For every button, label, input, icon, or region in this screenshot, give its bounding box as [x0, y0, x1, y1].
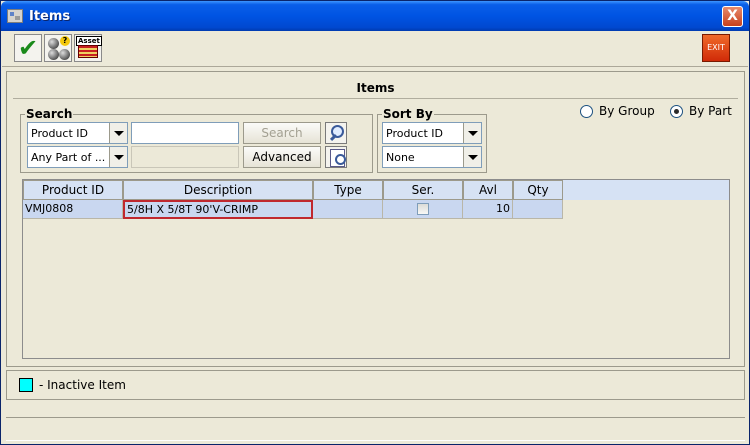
asset-button[interactable]: Asset: [74, 34, 102, 62]
items-table[interactable]: Product ID Description Type Ser. Avl Qty…: [22, 179, 730, 359]
column-header-serialized[interactable]: Ser.: [383, 180, 463, 200]
radio-dot-icon[interactable]: [580, 104, 593, 118]
cell-avl[interactable]: 10: [463, 200, 513, 219]
column-header-type[interactable]: Type: [313, 180, 383, 200]
cell-product-id[interactable]: VMJ0808: [23, 200, 123, 219]
toolbar: ✔ ? Asset EXIT: [2, 31, 748, 67]
search-secondary-input: [131, 146, 239, 168]
exit-button[interactable]: EXIT: [702, 34, 730, 62]
column-header-description[interactable]: Description: [123, 180, 313, 200]
app-icon: [7, 9, 23, 23]
table-row[interactable]: VMJ0808 5/8H X 5/8T 90'V-CRIMP 10: [23, 200, 563, 219]
cell-description[interactable]: 5/8H X 5/8T 90'V-CRIMP: [123, 200, 313, 219]
sort-group: Sort By Product ID None: [377, 107, 487, 173]
magnifier-icon[interactable]: [325, 122, 347, 144]
sort-primary-value: Product ID: [386, 127, 443, 140]
cell-serialized[interactable]: [383, 200, 463, 219]
chevron-down-icon[interactable]: [109, 147, 127, 167]
search-field-select[interactable]: Product ID: [27, 122, 128, 144]
advanced-button[interactable]: Advanced: [243, 146, 321, 168]
radio-by-group[interactable]: By Group: [580, 104, 655, 118]
asset-grid-icon: [78, 45, 98, 58]
column-header-avl[interactable]: Avl: [463, 180, 513, 200]
help-icon: ?: [60, 36, 70, 46]
chevron-down-icon[interactable]: [109, 123, 127, 143]
ok-checkmark-button[interactable]: ✔: [14, 34, 42, 62]
close-button[interactable]: X: [722, 6, 743, 27]
status-bar: [6, 417, 745, 441]
sort-secondary-select[interactable]: None: [382, 146, 482, 168]
search-match-value: Any Part of ...: [31, 151, 106, 164]
title-bar[interactable]: Items X: [1, 1, 749, 31]
legend-panel: - Inactive Item: [6, 370, 745, 400]
table-header: Product ID Description Type Ser. Avl Qty: [23, 180, 729, 200]
search-field-value: Product ID: [31, 127, 88, 140]
cell-qty[interactable]: [513, 200, 563, 219]
sort-secondary-value: None: [386, 151, 415, 164]
search-input[interactable]: [131, 122, 239, 144]
sort-primary-select[interactable]: Product ID: [382, 122, 482, 144]
items-panel: Items Search Product ID Any Part of ... …: [6, 71, 745, 367]
radio-by-part-label: By Part: [689, 104, 732, 118]
legend-text: - Inactive Item: [39, 378, 126, 392]
items-window: Items X ✔ ? Asset EXIT Items Search Prod…: [0, 0, 750, 445]
search-legend: Search: [25, 107, 74, 121]
search-match-select[interactable]: Any Part of ...: [27, 146, 128, 168]
cell-type[interactable]: [313, 200, 383, 219]
panel-divider: [13, 98, 738, 99]
advanced-search-icon[interactable]: [325, 146, 347, 168]
ball-icon: [48, 38, 59, 49]
panel-title: Items: [356, 81, 395, 95]
search-button[interactable]: Search: [243, 122, 321, 144]
group-button[interactable]: ?: [44, 34, 72, 62]
radio-dot-selected-icon[interactable]: [670, 104, 683, 118]
search-group: Search Product ID Any Part of ... Search…: [20, 107, 373, 173]
ball-icon: [59, 49, 70, 60]
chevron-down-icon[interactable]: [463, 147, 481, 167]
inactive-color-swatch: [19, 378, 33, 392]
radio-by-group-label: By Group: [599, 104, 655, 118]
sort-legend: Sort By: [382, 107, 434, 121]
chevron-down-icon[interactable]: [463, 123, 481, 143]
window-title: Items: [29, 9, 71, 24]
column-header-qty[interactable]: Qty: [513, 180, 563, 200]
column-header-product-id[interactable]: Product ID: [23, 180, 123, 200]
radio-by-part[interactable]: By Part: [670, 104, 732, 118]
ball-icon: [48, 49, 59, 60]
serialized-checkbox[interactable]: [417, 203, 429, 215]
